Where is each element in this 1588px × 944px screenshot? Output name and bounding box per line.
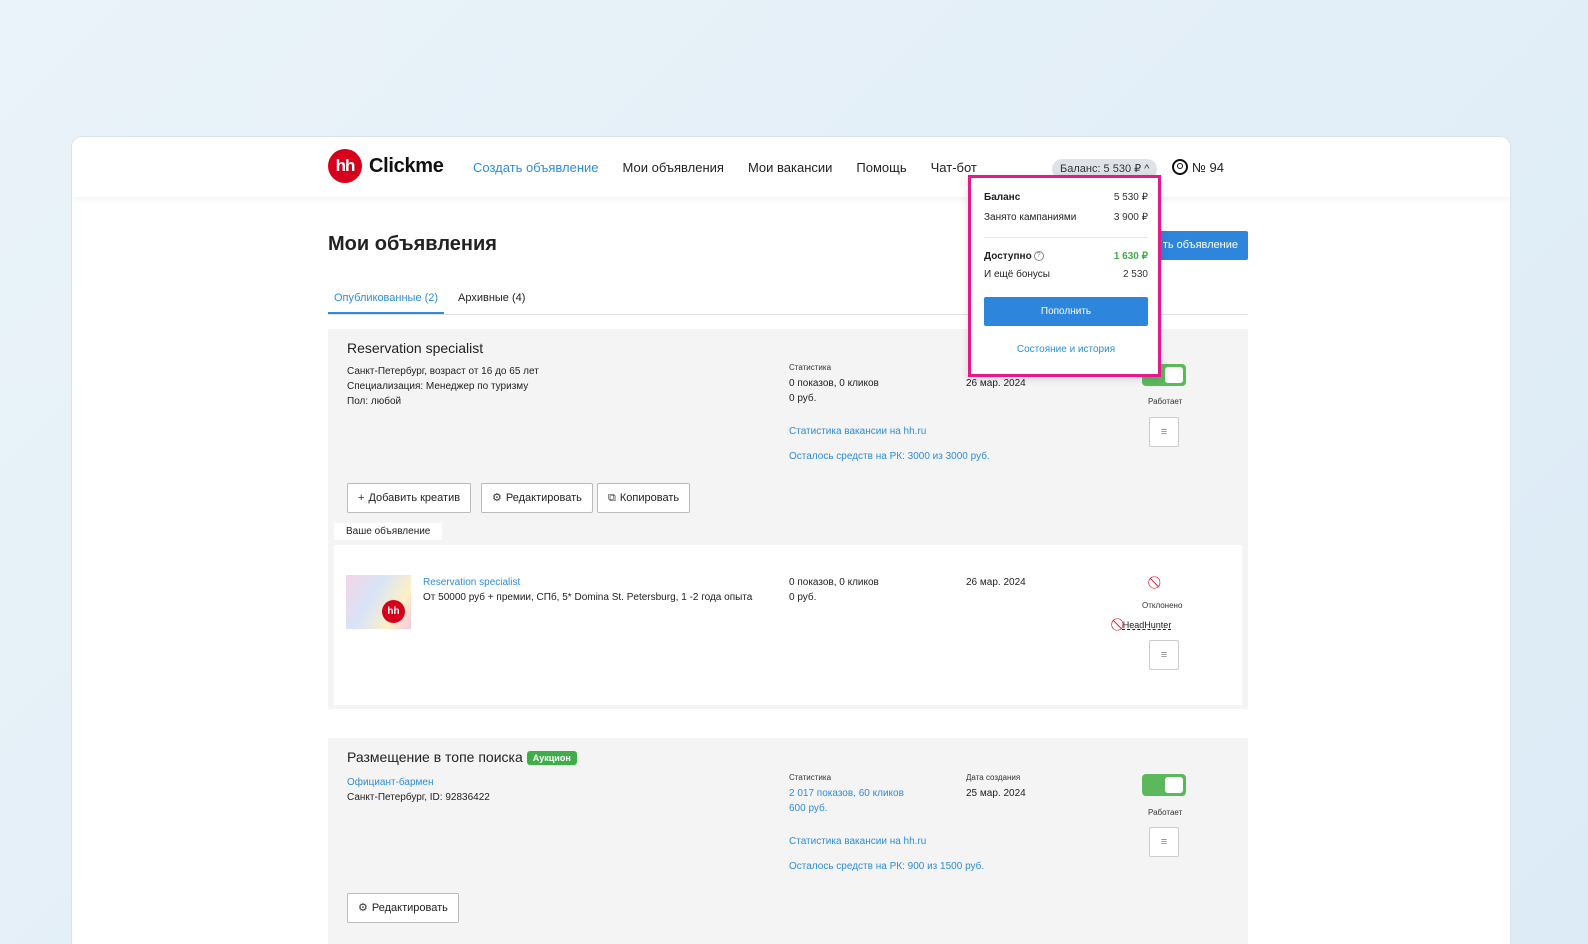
- history-link[interactable]: Состояние и история: [984, 344, 1148, 355]
- copy-button[interactable]: ⧉ Копировать: [597, 483, 691, 513]
- campaign-title: Размещение в топе поиска: [347, 749, 523, 765]
- created-date: 25 мар. 2024: [966, 788, 1026, 799]
- ad-date: 26 мар. 2024: [966, 577, 1026, 588]
- tab-archived[interactable]: Архивные (4): [452, 292, 531, 312]
- button-label: Редактировать: [505, 492, 582, 504]
- app-window: hh Clickme Создать объявление Мои объявл…: [72, 137, 1510, 944]
- bonus-label: И ещё бонусы: [984, 269, 1050, 280]
- available-label: Доступно: [984, 251, 1032, 262]
- detail-line: Санкт-Петербург, возраст от 16 до 65 лет: [347, 366, 539, 377]
- busy-value: 3 900 ₽: [1113, 212, 1148, 223]
- more-menu-button[interactable]: ≡: [1149, 417, 1179, 447]
- hh-logo-icon: hh: [382, 600, 405, 623]
- available-label-wrap: Доступно?: [984, 247, 1044, 267]
- hh-logo-icon: hh: [328, 149, 362, 183]
- stats-line: 2 017 показов, 60 кликов: [789, 788, 904, 799]
- date-label: Дата создания: [966, 773, 1021, 782]
- campaign-details: Санкт-Петербург, возраст от 16 до 65 лет…: [347, 364, 539, 409]
- stats-label: Статистика: [789, 363, 832, 372]
- account-number: № 94: [1192, 159, 1225, 175]
- stats-line: 0 руб.: [789, 592, 817, 603]
- nav-my-ads[interactable]: Мои объявления: [623, 160, 724, 175]
- balance-label: Баланс: [984, 192, 1021, 203]
- campaign-title-row: Размещение в топе поиска Аукцион: [347, 749, 577, 766]
- detail-line: Пол: любой: [347, 396, 402, 407]
- vacancy-stats-link[interactable]: Статистика вакансии на hh.ru: [789, 424, 926, 439]
- detail-line: Специализация: Менеджер по туризму: [347, 381, 529, 392]
- menu-lines-icon: ≡: [1160, 836, 1168, 848]
- funds-left-link[interactable]: Осталось средств на РК: 3000 из 3000 руб…: [789, 449, 990, 464]
- auction-badge: Аукцион: [526, 751, 577, 766]
- main-nav: Создать объявление Мои объявления Мои ва…: [473, 160, 977, 175]
- divider: [984, 237, 1148, 238]
- bonus-value: 2 530: [1122, 269, 1148, 280]
- campaign-card: Reservation specialist Санкт-Петербург, …: [328, 329, 1248, 709]
- campaign-card: Размещение в топе поиска Аукцион Официант…: [328, 738, 1248, 944]
- busy-label: Занято кампаниями: [984, 212, 1077, 223]
- ad-preview-row: hh Reservation specialist От 50000 руб +…: [334, 545, 1242, 705]
- moderator-link[interactable]: HeadHunter: [1123, 620, 1172, 630]
- active-toggle[interactable]: [1142, 774, 1186, 796]
- help-icon[interactable]: ?: [1033, 251, 1044, 262]
- available-row: Доступно? 1 630 ₽: [984, 247, 1148, 267]
- logo[interactable]: hh Clickme: [328, 149, 444, 183]
- stats-line: 0 показов, 0 кликов: [789, 577, 879, 588]
- vacancy-location: Санкт-Петербург, ID: 92836422: [347, 792, 490, 803]
- nav-my-vacancies[interactable]: Мои вакансии: [748, 160, 832, 175]
- copy-icon: ⧉: [608, 492, 616, 504]
- plus-icon: +: [358, 492, 365, 504]
- page-title: Мои объявления: [328, 233, 497, 255]
- nav-chatbot[interactable]: Чат-бот: [931, 160, 977, 175]
- add-creative-button[interactable]: + Добавить креатив: [347, 483, 472, 513]
- more-menu-button[interactable]: ≡: [1149, 827, 1179, 857]
- stats-values: 0 показов, 0 кликов 0 руб.: [789, 376, 879, 406]
- tab-published[interactable]: Опубликованные (2): [328, 292, 445, 314]
- available-value: 1 630 ₽: [1113, 251, 1148, 262]
- balance-value: 5 530 ₽: [1113, 192, 1148, 203]
- funds-left-link[interactable]: Осталось средств на РК: 900 из 1500 руб.: [789, 859, 984, 874]
- button-label: Редактировать: [371, 902, 448, 914]
- menu-lines-icon: ≡: [1160, 426, 1168, 438]
- ad-thumbnail: hh: [346, 575, 411, 629]
- campaign-title: Reservation specialist: [347, 340, 484, 356]
- topup-button[interactable]: Пополнить: [984, 297, 1148, 326]
- menu-lines-icon: ≡: [1160, 649, 1168, 661]
- ad-description: От 50000 руб + премии, СПб, 5* Domina St…: [423, 592, 753, 603]
- busy-row: Занято кампаниями 3 900 ₽: [984, 208, 1148, 228]
- vacancy-stats-link[interactable]: Статистика вакансии на hh.ru: [789, 834, 926, 849]
- nav-help[interactable]: Помощь: [856, 160, 906, 175]
- rejected-status: Отклонено: [1142, 601, 1183, 610]
- bonus-row: И ещё бонусы 2 530: [984, 267, 1148, 283]
- stats-values[interactable]: 2 017 показов, 60 кликов 600 руб.: [789, 786, 904, 816]
- account-menu[interactable]: № 94: [1172, 159, 1224, 175]
- button-label: Добавить креатив: [368, 492, 461, 504]
- user-circle-icon: [1172, 159, 1188, 175]
- balance-popup: Баланс 5 530 ₽ Занято кампаниями 3 900 ₽…: [968, 175, 1161, 377]
- edit-button[interactable]: ⚙ Редактировать: [347, 893, 459, 923]
- stats-line: 0 руб.: [789, 393, 817, 404]
- top-navigation-bar: hh Clickme Создать объявление Мои объявл…: [72, 137, 1510, 197]
- status-label: Работает: [1148, 808, 1183, 817]
- balance-row: Баланс 5 530 ₽: [984, 188, 1148, 208]
- button-label: Копировать: [619, 492, 680, 504]
- stats-label: Статистика: [789, 773, 832, 782]
- created-date: 26 мар. 2024: [966, 378, 1026, 389]
- moderator-row: ⃠ HeadHunter: [1120, 617, 1172, 633]
- ad-more-menu-button[interactable]: ≡: [1149, 640, 1179, 670]
- status-label: Работает: [1148, 397, 1183, 406]
- your-ad-label: Ваше объявление: [334, 523, 443, 540]
- stats-line: 0 показов, 0 кликов: [789, 378, 879, 389]
- edit-button[interactable]: ⚙ Редактировать: [481, 483, 593, 513]
- stats-line: 600 руб.: [789, 803, 828, 814]
- nav-create-ad[interactable]: Создать объявление: [473, 160, 599, 175]
- ad-stats: 0 показов, 0 кликов 0 руб.: [789, 575, 879, 605]
- logo-text: Clickme: [369, 154, 444, 177]
- gear-icon: ⚙: [492, 492, 502, 504]
- vacancy-link[interactable]: Официант-бармен: [347, 775, 433, 790]
- ad-title-link[interactable]: Reservation specialist: [423, 575, 520, 590]
- gear-icon: ⚙: [358, 902, 368, 914]
